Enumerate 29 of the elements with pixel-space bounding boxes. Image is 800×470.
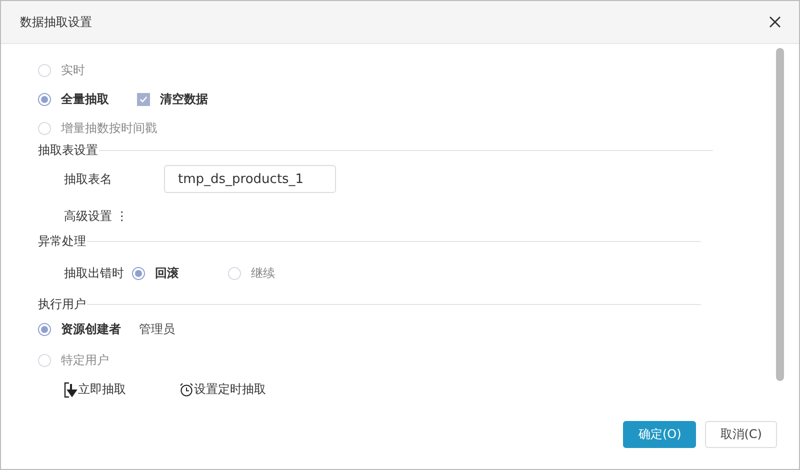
action-link[interactable]: 设置定时抽取 <box>194 381 266 398</box>
scrollbar[interactable] <box>776 48 784 381</box>
radio-label: 资源创建者 <box>61 321 121 338</box>
radio-button[interactable] <box>38 323 51 336</box>
action-link[interactable]: 立即抽取 <box>78 381 126 398</box>
radio-label: 全量抽取 <box>61 91 109 108</box>
download-icon <box>64 382 78 398</box>
field-label: 抽取出错时 <box>64 264 124 282</box>
radio-label: 特定用户 <box>61 352 109 369</box>
radio-button[interactable] <box>132 266 145 280</box>
close-icon[interactable] <box>769 16 781 28</box>
checkbox[interactable] <box>137 93 150 106</box>
section-heading: 异常处理 <box>38 233 86 250</box>
radio-label: 实时 <box>61 62 85 79</box>
radio-label: 继续 <box>251 264 275 282</box>
window-title: 数据抽取设置 <box>20 14 92 30</box>
radio-button[interactable] <box>38 93 51 106</box>
radio-label: 回滚 <box>155 264 179 282</box>
advanced-settings-link[interactable]: 高级设置 ⋮ <box>64 208 128 224</box>
user-name: 管理员 <box>139 321 175 338</box>
check-icon <box>138 94 149 105</box>
checkbox-label: 清空数据 <box>160 91 208 108</box>
section-heading: 抽取表设置 <box>38 142 98 159</box>
table-name-field[interactable]: tmp_ds_products_1 <box>164 165 336 193</box>
alarm-clock-icon <box>179 382 194 397</box>
cancel-button[interactable]: 取消(C) <box>705 421 777 448</box>
radio-label: 增量抽数按时间戳 <box>61 120 157 137</box>
section-heading: 执行用户 <box>38 296 86 313</box>
field-label: 抽取表名 <box>64 170 112 188</box>
